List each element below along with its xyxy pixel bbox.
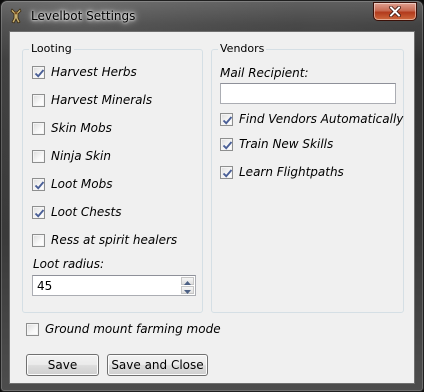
harvest-herbs-label: Harvest Herbs <box>51 65 137 79</box>
skin-mobs-label: Skin Mobs <box>51 121 112 135</box>
loot-mobs-checkbox[interactable] <box>32 177 45 191</box>
option-learn-flightpaths[interactable]: Learn Flightpaths <box>220 164 344 180</box>
save-button[interactable]: Save <box>26 354 99 376</box>
ninja-skin-checkbox[interactable] <box>32 149 45 163</box>
option-ress-spirit-healers[interactable]: Ress at spirit healers <box>32 232 177 248</box>
ress-spirit-healers-label: Ress at spirit healers <box>51 233 178 247</box>
learn-flightpaths-checkbox[interactable] <box>220 165 233 179</box>
ninja-skin-label: Ninja Skin <box>51 149 111 163</box>
close-button[interactable] <box>373 2 417 21</box>
option-train-new-skills[interactable]: Train New Skills <box>220 136 333 152</box>
title-bar[interactable]: Levelbot Settings <box>1 1 423 31</box>
find-vendors-checkbox[interactable] <box>220 112 233 126</box>
option-skin-mobs[interactable]: Skin Mobs <box>32 120 112 136</box>
train-new-skills-label: Train New Skills <box>239 137 334 151</box>
ground-mount-label: Ground mount farming mode <box>45 322 221 336</box>
loot-radius-spinner[interactable]: 45 <box>32 275 196 296</box>
option-harvest-minerals[interactable]: Harvest Minerals <box>32 92 152 108</box>
ress-spirit-healers-checkbox[interactable] <box>32 233 45 247</box>
levelbot-app-icon <box>9 8 23 24</box>
option-find-vendors[interactable]: Find Vendors Automatically <box>220 111 403 127</box>
checkmark-icon <box>222 168 233 178</box>
mail-recipient-input[interactable] <box>220 83 396 104</box>
mail-recipient-label: Mail Recipient: <box>220 66 309 80</box>
loot-chests-checkbox[interactable] <box>32 205 45 219</box>
option-harvest-herbs[interactable]: Harvest Herbs <box>32 64 137 80</box>
vendors-legend: Vendors <box>218 42 267 55</box>
loot-radius-label: Loot radius: <box>33 257 105 271</box>
loot-chests-label: Loot Chests <box>51 205 122 219</box>
ground-mount-checkbox[interactable] <box>26 322 39 336</box>
loot-radius-spin-buttons <box>181 277 194 294</box>
harvest-minerals-label: Harvest Minerals <box>51 93 153 107</box>
client-area: Looting Harvest Herbs Harvest Minerals S… <box>9 31 415 384</box>
close-x-icon <box>388 2 402 21</box>
settings-window: Levelbot Settings Looting Harvest Herbs … <box>0 0 424 392</box>
harvest-minerals-checkbox[interactable] <box>32 93 45 107</box>
checkmark-icon <box>222 115 233 125</box>
checkmark-icon <box>34 68 45 78</box>
loot-radius-value[interactable]: 45 <box>37 279 52 293</box>
checkmark-icon <box>222 140 233 150</box>
arrow-down-icon <box>184 283 191 297</box>
spin-down-button[interactable] <box>181 286 194 294</box>
harvest-herbs-checkbox[interactable] <box>32 65 45 79</box>
skin-mobs-checkbox[interactable] <box>32 121 45 135</box>
option-ground-mount[interactable]: Ground mount farming mode <box>26 321 221 337</box>
checkmark-icon <box>34 180 45 190</box>
learn-flightpaths-label: Learn Flightpaths <box>239 165 344 179</box>
option-loot-mobs[interactable]: Loot Mobs <box>32 176 112 192</box>
looting-legend: Looting <box>29 42 74 55</box>
window-title: Levelbot Settings <box>31 9 136 23</box>
save-and-close-button[interactable]: Save and Close <box>107 354 208 376</box>
option-ninja-skin[interactable]: Ninja Skin <box>32 148 111 164</box>
option-loot-chests[interactable]: Loot Chests <box>32 204 121 220</box>
checkmark-icon <box>34 208 45 218</box>
find-vendors-label: Find Vendors Automatically <box>239 112 404 126</box>
train-new-skills-checkbox[interactable] <box>220 137 233 151</box>
loot-mobs-label: Loot Mobs <box>51 177 113 191</box>
